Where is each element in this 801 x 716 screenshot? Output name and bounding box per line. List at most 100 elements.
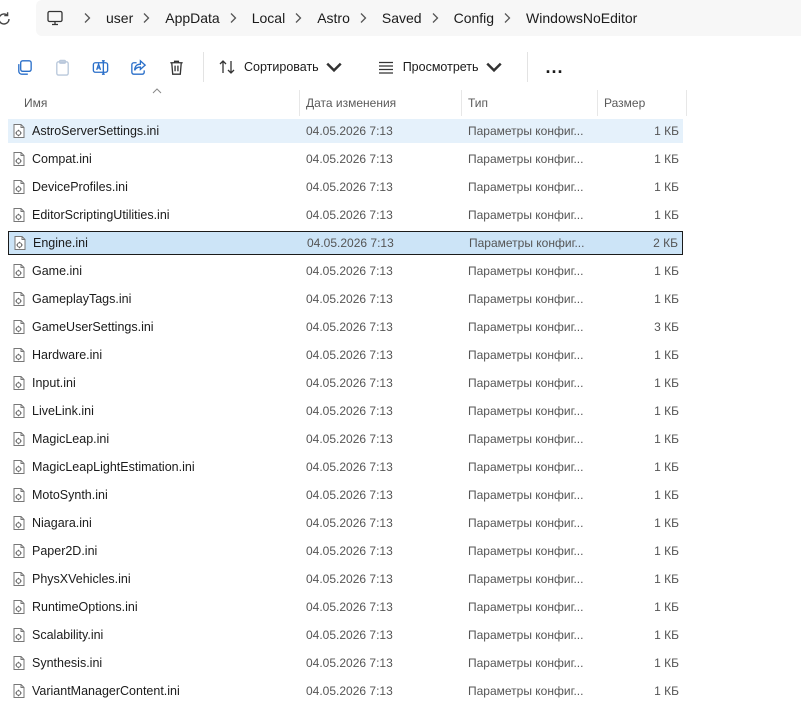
file-row[interactable]: AstroServerSettings.ini 04.05.2026 7:13 Па… <box>8 119 683 143</box>
file-size: 1 КБ <box>654 348 679 362</box>
file-name: Input.ini <box>32 376 76 390</box>
file-size: 1 КБ <box>654 264 679 278</box>
chevron-right-icon[interactable] <box>356 11 370 25</box>
this-pc-icon[interactable] <box>46 9 64 27</box>
config-file-icon <box>13 404 25 418</box>
file-row[interactable]: Input.ini 04.05.2026 7:13 Параметры конфиг… <box>8 371 683 395</box>
chevron-right-icon[interactable] <box>291 11 305 25</box>
breadcrumb-segment[interactable]: Astro <box>317 10 350 26</box>
view-icon <box>378 61 393 74</box>
config-file-icon <box>13 572 25 586</box>
file-row[interactable]: MotoSynth.ini 04.05.2026 7:13 Параметры ко… <box>8 483 683 507</box>
file-date: 04.05.2026 7:13 <box>306 292 393 306</box>
breadcrumb-segment[interactable]: WindowsNoEditor <box>526 10 637 26</box>
column-header-type[interactable]: Тип <box>462 90 598 116</box>
file-row[interactable]: Game.ini 04.05.2026 7:13 Параметры конфиг.… <box>8 259 683 283</box>
file-row[interactable]: PhysXVehicles.ini 04.05.2026 7:13 Параметр… <box>8 567 683 591</box>
file-type: Параметры конфиг... <box>468 124 584 138</box>
file-row[interactable]: Compat.ini 04.05.2026 7:13 Параметры конфи… <box>8 147 683 171</box>
config-file-icon <box>13 208 25 222</box>
chevron-right-icon[interactable] <box>139 11 153 25</box>
file-name: PhysXVehicles.ini <box>32 572 131 586</box>
view-button[interactable]: Просмотреть <box>371 50 517 84</box>
config-file-icon <box>13 180 25 194</box>
file-size: 1 КБ <box>654 208 679 222</box>
column-header-name[interactable]: Имя <box>18 90 300 116</box>
file-row[interactable]: RuntimeOptions.ini 04.05.2026 7:13 Парамет… <box>8 595 683 619</box>
file-name: LiveLink.ini <box>32 404 94 418</box>
rename-button[interactable] <box>81 50 119 84</box>
sort-icon <box>219 60 235 74</box>
file-row[interactable]: DeviceProfiles.ini 04.05.2026 7:13 Парамет… <box>8 175 683 199</box>
file-date: 04.05.2026 7:13 <box>306 684 393 698</box>
file-row[interactable]: Scalability.ini 04.05.2026 7:13 Параметры … <box>8 623 683 647</box>
config-file-icon <box>13 600 25 614</box>
config-file-icon <box>13 152 25 166</box>
file-type: Параметры конфиг... <box>469 236 585 250</box>
breadcrumb-segment[interactable]: Local <box>252 10 285 26</box>
file-name: GameUserSettings.ini <box>32 320 154 334</box>
column-header-size[interactable]: Размер <box>598 90 687 116</box>
file-name: Niagara.ini <box>32 516 92 530</box>
file-type: Параметры конфиг... <box>468 432 584 446</box>
breadcrumb-segment[interactable]: Config <box>454 10 494 26</box>
file-row[interactable]: GameplayTags.ini 04.05.2026 7:13 Параметры… <box>8 287 683 311</box>
chevron-right-icon[interactable] <box>80 11 94 25</box>
file-row[interactable]: Hardware.ini 04.05.2026 7:13 Параметры кон… <box>8 343 683 367</box>
breadcrumb-segment[interactable]: user <box>106 10 133 26</box>
config-file-icon <box>13 628 25 642</box>
file-type: Параметры конфиг... <box>468 572 584 586</box>
toolbar-divider <box>526 52 528 82</box>
paste-button[interactable] <box>43 50 81 84</box>
file-date: 04.05.2026 7:13 <box>307 236 394 250</box>
delete-button[interactable] <box>157 50 195 84</box>
config-file-icon <box>13 348 25 362</box>
file-size: 1 КБ <box>654 432 679 446</box>
file-row[interactable]: Paper2D.ini 04.05.2026 7:13 Параметры конф… <box>8 539 683 563</box>
breadcrumb-segment[interactable]: AppData <box>165 10 219 26</box>
file-type: Параметры конфиг... <box>468 292 584 306</box>
file-row[interactable]: VariantManagerContent.ini 04.05.2026 7:13… <box>8 679 683 703</box>
column-header-date[interactable]: Дата изменения <box>300 90 462 116</box>
file-type: Параметры конфиг... <box>468 320 584 334</box>
file-row[interactable]: GameUserSettings.ini 04.05.2026 7:13 Парам… <box>8 315 683 339</box>
file-row[interactable]: Engine.ini 04.05.2026 7:13 Параметры конфи… <box>8 231 683 255</box>
file-row[interactable]: LiveLink.ini 04.05.2026 7:13 Параметры кон… <box>8 399 683 423</box>
chevron-right-icon[interactable] <box>428 11 442 25</box>
config-file-icon <box>14 236 26 250</box>
paste-icon <box>55 59 69 76</box>
chevron-right-icon[interactable] <box>500 11 514 25</box>
file-type: Параметры конфиг... <box>468 488 584 502</box>
file-name: AstroServerSettings.ini <box>32 124 160 138</box>
file-row[interactable]: EditorScriptingUtilities.ini 04.05.2026 7… <box>8 203 683 227</box>
refresh-icon[interactable] <box>0 9 14 29</box>
file-row[interactable]: MagicLeapLightEstimation.ini 04.05.2026 7… <box>8 455 683 479</box>
breadcrumb-segment[interactable]: Saved <box>382 10 422 26</box>
sort-button[interactable]: Сортировать <box>212 50 357 84</box>
chevron-right-icon[interactable] <box>226 11 240 25</box>
file-type: Параметры конфиг... <box>468 684 584 698</box>
config-file-icon <box>13 376 25 390</box>
rename-icon <box>92 59 108 75</box>
file-size: 1 КБ <box>654 152 679 166</box>
file-type: Параметры конфиг... <box>468 208 584 222</box>
command-bar: Сортировать Просмотреть ... <box>0 44 801 90</box>
file-date: 04.05.2026 7:13 <box>306 264 393 278</box>
breadcrumb[interactable]: user AppData Local Astro Saved Config WindowsN… <box>36 0 801 36</box>
file-name: EditorScriptingUtilities.ini <box>32 208 170 222</box>
file-row[interactable]: MagicLeap.ini 04.05.2026 7:13 Параметры ко… <box>8 427 683 451</box>
file-type: Параметры конфиг... <box>468 600 584 614</box>
file-type: Параметры конфиг... <box>468 348 584 362</box>
column-header: Имя Дата изменения Тип Размер <box>0 90 801 116</box>
file-type: Параметры конфиг... <box>468 376 584 390</box>
share-button[interactable] <box>119 50 157 84</box>
file-size: 1 КБ <box>654 600 679 614</box>
config-file-icon <box>13 320 25 334</box>
file-row[interactable]: Niagara.ini 04.05.2026 7:13 Параметры конф… <box>8 511 683 535</box>
file-row[interactable]: Synthesis.ini 04.05.2026 7:13 Параметры ко… <box>8 651 683 675</box>
file-name: MotoSynth.ini <box>32 488 108 502</box>
chevron-down-icon <box>485 62 502 73</box>
copy-button[interactable] <box>5 50 43 84</box>
file-size: 1 КБ <box>654 404 679 418</box>
more-options-button[interactable]: ... <box>536 50 574 84</box>
